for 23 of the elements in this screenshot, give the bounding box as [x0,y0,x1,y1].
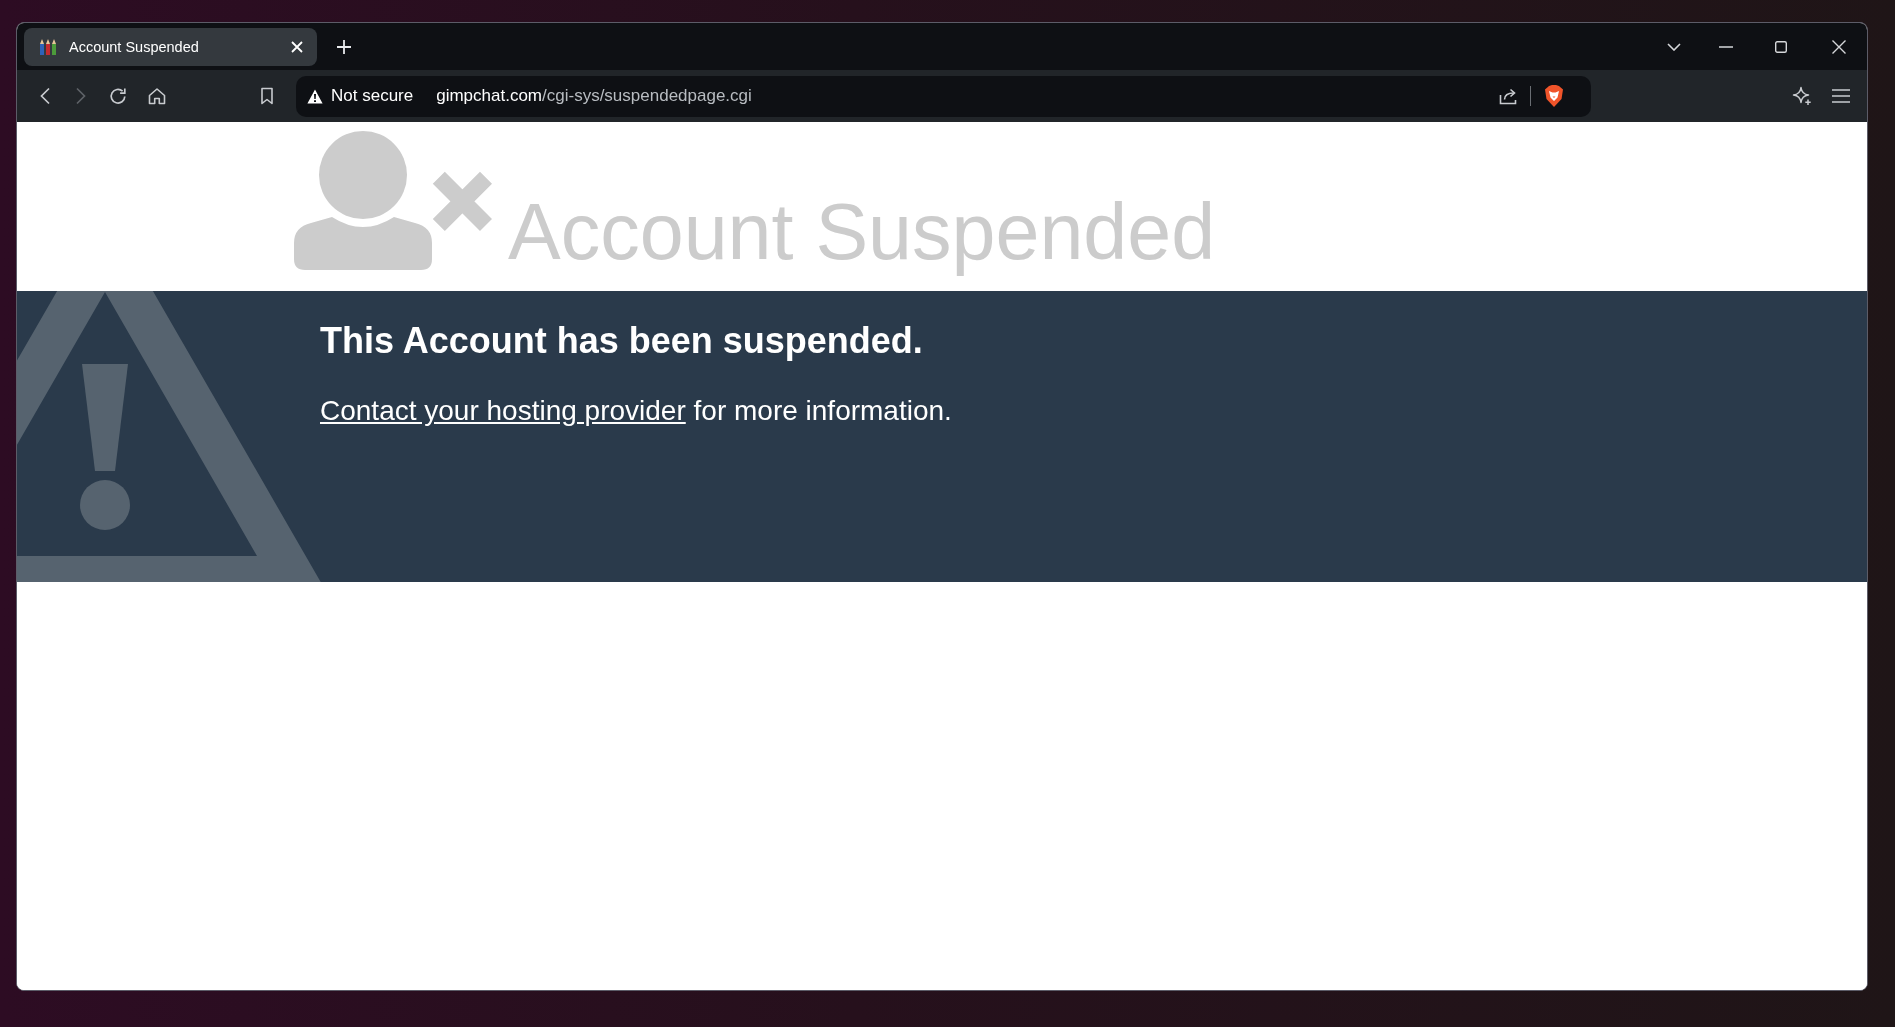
banner-heading: This Account has been suspended. [320,319,923,363]
chevron-left-icon[interactable] [39,87,51,105]
security-label[interactable]: Not secure [331,86,414,106]
sparkle-icon[interactable] [1792,86,1812,106]
reload-icon[interactable] [109,87,127,105]
browser-tab[interactable]: Account Suspended [24,27,317,66]
address-bar[interactable]: Not secure gimpchat.com/cgi-sys/suspendedpage.cgi [296,75,1591,117]
contact-link[interactable]: Contact your hosting provider [320,395,686,427]
banner-message: Contact your hosting provider for more information. [320,394,952,428]
chevron-down-icon[interactable] [1667,42,1681,51]
bookmark-icon[interactable] [260,87,274,105]
home-icon[interactable] [148,87,166,105]
warning-icon[interactable] [307,88,323,104]
shield-icon[interactable] [1544,85,1564,107]
plus-icon[interactable] [337,39,351,54]
maximize-icon[interactable] [1775,40,1787,53]
pencils-icon [39,37,57,56]
minimize-icon[interactable] [1719,45,1733,48]
menu-icon[interactable] [1832,89,1850,103]
share-icon[interactable] [1498,87,1518,105]
url-text[interactable]: gimpchat.com/cgi-sys/suspendedpage.cgi [436,86,752,106]
close-icon[interactable] [1832,39,1846,54]
user-cross-icon [294,131,492,270]
